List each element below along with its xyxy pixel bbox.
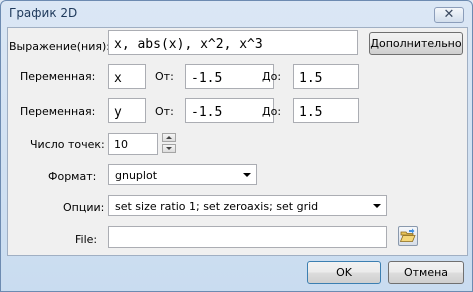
- points-input[interactable]: 10: [108, 133, 158, 155]
- variable-y-label: Переменная:: [20, 105, 96, 118]
- chevron-down-icon: [373, 204, 381, 208]
- options-label: Опции:: [63, 201, 105, 214]
- expression-label: Выражение(ния):: [9, 40, 110, 53]
- file-input[interactable]: [108, 226, 387, 248]
- variable-x-from-input[interactable]: -1.5: [185, 64, 274, 89]
- chevron-down-icon: [243, 173, 251, 177]
- points-increment-button[interactable]: [162, 133, 176, 142]
- variable-y-from-input[interactable]: -1.5: [185, 98, 274, 123]
- spin-up-icon: [166, 136, 172, 139]
- cancel-button[interactable]: Отмена: [388, 261, 464, 284]
- options-selected-value: set size ratio 1; set zeroaxis; set grid: [115, 200, 319, 213]
- expression-input[interactable]: x, abs(x), x^2, x^3: [108, 30, 358, 55]
- points-label: Число точек:: [30, 138, 105, 151]
- spin-down-icon: [166, 147, 172, 150]
- variable-y-name-input[interactable]: y: [108, 98, 146, 123]
- variable-y-to-label: До:: [262, 105, 282, 118]
- dialog-client-area: Выражение(ния): x, abs(x), x^2, x^3 Допо…: [7, 27, 468, 256]
- file-label: File:: [75, 233, 98, 246]
- ok-button[interactable]: OK: [307, 261, 381, 284]
- dialog-window: График 2D ✕ Выражение(ния): x, abs(x), x…: [0, 0, 473, 292]
- format-selected-value: gnuplot: [115, 169, 158, 182]
- format-select[interactable]: gnuplot: [108, 164, 257, 185]
- variable-x-from-label: От:: [155, 70, 174, 83]
- variable-x-to-label: До:: [262, 70, 282, 83]
- options-select[interactable]: set size ratio 1; set zeroaxis; set grid: [108, 195, 387, 216]
- variable-y-to-input[interactable]: 1.5: [293, 98, 359, 123]
- folder-open-icon: [399, 228, 416, 242]
- variable-x-name-input[interactable]: x: [108, 64, 146, 89]
- more-options-button[interactable]: Дополнительно: [369, 32, 463, 55]
- variable-y-from-label: От:: [155, 105, 174, 118]
- button-bar: OK Отмена: [1, 256, 472, 291]
- close-icon: ✕: [443, 7, 455, 22]
- close-button[interactable]: ✕: [434, 7, 464, 23]
- browse-button[interactable]: [398, 226, 418, 246]
- window-title: График 2D: [9, 6, 78, 20]
- variable-x-to-input[interactable]: 1.5: [293, 64, 359, 89]
- points-decrement-button[interactable]: [162, 144, 176, 153]
- variable-x-label: Переменная:: [20, 70, 96, 83]
- title-bar[interactable]: График 2D ✕: [1, 1, 472, 27]
- format-label: Формат:: [48, 170, 97, 183]
